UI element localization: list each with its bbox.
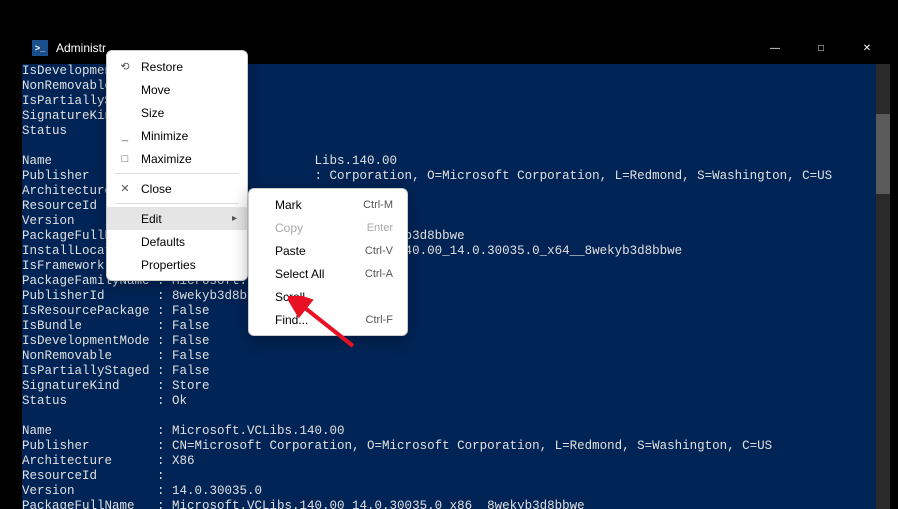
menu-maximize-label: Maximize <box>141 152 192 166</box>
menu-paste[interactable]: Paste Ctrl-V <box>249 239 407 262</box>
menu-scroll[interactable]: Scroll <box>249 285 407 308</box>
menu-paste-label: Paste <box>275 244 306 258</box>
menu-defaults[interactable]: Defaults <box>107 230 247 253</box>
edit-submenu: Mark Ctrl-M Copy Enter Paste Ctrl-V Sele… <box>248 188 408 336</box>
menu-move-label: Move <box>141 83 170 97</box>
menu-edit[interactable]: Edit ▸ <box>107 207 247 230</box>
menu-copy-label: Copy <box>275 221 303 235</box>
menu-mark-shortcut: Ctrl-M <box>363 199 393 211</box>
menu-defaults-label: Defaults <box>141 235 185 249</box>
menu-divider <box>115 203 239 204</box>
menu-scroll-label: Scroll <box>275 290 305 304</box>
menu-find-label: Find... <box>275 313 308 327</box>
powershell-icon: >_ <box>32 40 48 56</box>
restore-icon: ⟲ <box>117 60 133 73</box>
menu-find[interactable]: Find... Ctrl-F <box>249 308 407 331</box>
menu-minimize[interactable]: _ Minimize <box>107 124 247 147</box>
menu-divider <box>115 173 239 174</box>
menu-properties[interactable]: Properties <box>107 253 247 276</box>
menu-paste-shortcut: Ctrl-V <box>365 245 393 257</box>
menu-close[interactable]: ✕ Close <box>107 177 247 200</box>
menu-copy: Copy Enter <box>249 216 407 239</box>
menu-select-all-label: Select All <box>275 267 324 281</box>
maximize-icon: □ <box>117 153 133 165</box>
window-controls: — □ ✕ <box>752 32 890 64</box>
menu-edit-label: Edit <box>141 212 162 226</box>
menu-find-shortcut: Ctrl-F <box>366 314 394 326</box>
chevron-right-icon: ▸ <box>232 213 237 224</box>
menu-properties-label: Properties <box>141 258 196 272</box>
menu-maximize[interactable]: □ Maximize <box>107 147 247 170</box>
maximize-button[interactable]: □ <box>798 32 844 64</box>
menu-mark-label: Mark <box>275 198 302 212</box>
menu-minimize-label: Minimize <box>141 129 188 143</box>
menu-select-all[interactable]: Select All Ctrl-A <box>249 262 407 285</box>
close-icon: ✕ <box>117 182 133 195</box>
system-menu: ⟲ Restore Move Size _ Minimize □ Maximiz… <box>106 50 248 281</box>
menu-close-label: Close <box>141 182 172 196</box>
menu-restore[interactable]: ⟲ Restore <box>107 55 247 78</box>
menu-copy-shortcut: Enter <box>367 222 393 234</box>
scrollbar[interactable] <box>876 64 890 509</box>
menu-mark[interactable]: Mark Ctrl-M <box>249 193 407 216</box>
menu-size[interactable]: Size <box>107 101 247 124</box>
scrollbar-thumb[interactable] <box>876 114 890 194</box>
close-button[interactable]: ✕ <box>844 32 890 64</box>
window-title: Administr <box>56 41 106 55</box>
minimize-button[interactable]: — <box>752 32 798 64</box>
menu-size-label: Size <box>141 106 164 120</box>
minimize-icon: _ <box>117 130 133 142</box>
menu-move[interactable]: Move <box>107 78 247 101</box>
menu-select-all-shortcut: Ctrl-A <box>365 268 393 280</box>
menu-restore-label: Restore <box>141 60 183 74</box>
